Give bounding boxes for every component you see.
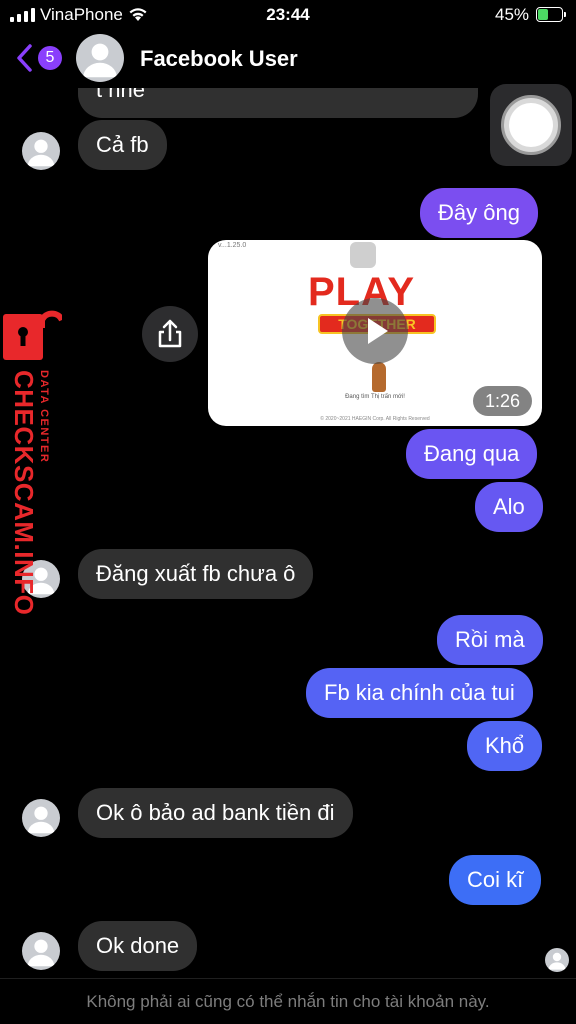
read-receipt-avatar [545, 948, 569, 972]
battery-icon [536, 7, 566, 22]
message-bubble-outgoing[interactable]: Alo [475, 482, 543, 532]
play-icon[interactable] [342, 298, 408, 364]
notice-text: Không phải ai cũng có thể nhắn tin cho t… [86, 992, 490, 1011]
contact-avatar[interactable] [76, 34, 124, 82]
game-character [372, 362, 386, 392]
message-bubble-outgoing[interactable]: Fb kia chính của tui [306, 668, 533, 718]
message-bubble-incoming[interactable]: Ok done [78, 921, 198, 971]
video-copyright: © 2020~2021 HAEGIN Corp. All Rights Rese… [320, 416, 430, 422]
message-bubble-incoming[interactable]: Đăng xuất fb chưa ô [78, 549, 314, 599]
message-bubble-incoming[interactable]: Ok ô bảo ad bank tiền đi [78, 788, 353, 838]
video-attachment[interactable]: v...1.25.0 PLAY TOGETHER Đang tìm Thị tr… [208, 240, 542, 426]
sender-avatar[interactable] [22, 132, 60, 170]
watermark: CHECKSCAM.INFO DATA CENTER [2, 306, 64, 615]
message-bubble-outgoing[interactable]: Coi kĩ [449, 855, 542, 905]
message-bubble-outgoing[interactable]: Rồi mà [437, 615, 543, 665]
chat-header: 5 Facebook User [0, 30, 576, 88]
video-version-text: v...1.25.0 [218, 242, 247, 249]
message-bubble-outgoing[interactable]: Đây ông [420, 188, 538, 238]
video-duration: 1:26 [473, 386, 533, 416]
sender-avatar[interactable] [22, 799, 60, 837]
message-bubble-incoming[interactable]: t nhe [78, 88, 478, 118]
sender-avatar[interactable] [22, 932, 60, 970]
unread-badge[interactable]: 5 [38, 46, 62, 70]
contact-name[interactable]: Facebook User [140, 46, 298, 72]
watermark-tagline: DATA CENTER [38, 370, 50, 464]
lock-icon [3, 310, 62, 360]
message-text: t nhe [96, 88, 145, 102]
share-icon [158, 319, 182, 348]
app-icon [350, 242, 376, 268]
battery-percent: 45% [495, 5, 530, 24]
clock: 23:44 [266, 5, 310, 24]
composer-disabled-notice: Không phải ai cũng có thể nhắn tin cho t… [0, 978, 576, 1024]
status-bar: VinaPhone 23:44 45% [0, 0, 576, 30]
share-button[interactable] [142, 306, 198, 362]
watermark-brand: CHECKSCAM.INFO [9, 370, 39, 616]
message-bubble-incoming[interactable]: Cả fb [78, 120, 167, 170]
back-chevron-icon [17, 44, 32, 72]
message-bubble-outgoing[interactable]: Khổ [467, 721, 543, 771]
assistive-touch-icon[interactable] [490, 84, 572, 166]
message-bubble-outgoing[interactable]: Đang qua [406, 429, 538, 479]
